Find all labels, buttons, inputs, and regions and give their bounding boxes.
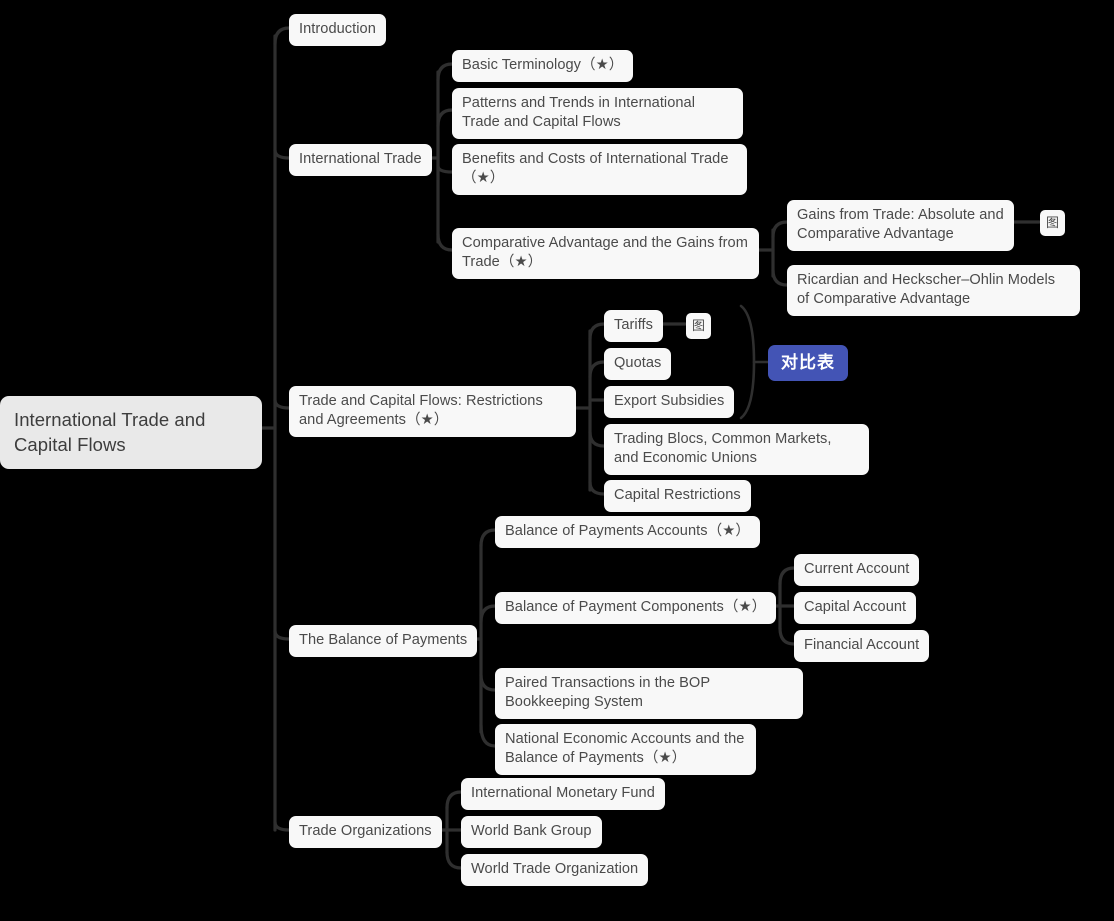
node-gains-from-trade[interactable]: Gains from Trade: Absolute and Comparati… bbox=[787, 200, 1014, 251]
edge-intl-comparative bbox=[436, 232, 454, 252]
edge-bop-accounts bbox=[479, 528, 497, 548]
node-basic-terminology[interactable]: Basic Terminology（★） bbox=[452, 50, 634, 82]
node-trade-capital-flows[interactable]: Trade and Capital Flows: Restrictions an… bbox=[289, 386, 576, 437]
edge-comp-gains bbox=[771, 220, 789, 239]
edge-intl-basic bbox=[436, 62, 454, 82]
edge-bop-national bbox=[479, 723, 497, 748]
edge-tcf-tariffs bbox=[588, 322, 606, 341]
node-comparative-advantage[interactable]: Comparative Advantage and the Gains from… bbox=[452, 228, 759, 279]
node-financial-account[interactable]: Financial Account bbox=[794, 630, 930, 662]
node-trading-blocs[interactable]: Trading Blocs, Common Markets, and Econo… bbox=[604, 424, 869, 475]
edge-tcf-quotas bbox=[588, 360, 606, 379]
edge-intl-benefits bbox=[436, 164, 454, 174]
node-ricardian-heckscher-ohlin[interactable]: Ricardian and Heckscher–Ohlin Models of … bbox=[787, 265, 1080, 316]
edge-trunk-trade-organizations bbox=[273, 820, 291, 832]
edge-comp-ricardian bbox=[771, 268, 789, 287]
edge-summary-bracket bbox=[739, 304, 756, 420]
edge-tcf-blocs bbox=[588, 430, 606, 448]
node-export-subsidies[interactable]: Export Subsidies bbox=[604, 386, 735, 418]
node-trade-organizations[interactable]: Trade Organizations bbox=[289, 816, 442, 848]
node-balance-of-payments[interactable]: The Balance of Payments bbox=[289, 625, 478, 657]
edge-to-imf bbox=[445, 790, 463, 810]
edge-tcf-capital bbox=[588, 480, 606, 496]
node-current-account[interactable]: Current Account bbox=[794, 554, 920, 586]
node-bop-accounts[interactable]: Balance of Payments Accounts（★） bbox=[495, 516, 761, 548]
node-quotas[interactable]: Quotas bbox=[604, 348, 672, 380]
edge-bopc-current bbox=[778, 566, 796, 586]
edge-bop-paired bbox=[479, 673, 497, 692]
edge-bopc-financial bbox=[778, 626, 796, 646]
edge-trunk-international-trade bbox=[273, 148, 291, 160]
node-world-bank-group[interactable]: World Bank Group bbox=[461, 816, 602, 848]
node-gains-diagram-marker[interactable]: 图 bbox=[1040, 210, 1065, 236]
node-introduction[interactable]: Introduction bbox=[289, 14, 386, 46]
node-comparison-table-summary[interactable]: 对比表 bbox=[768, 345, 848, 381]
node-international-monetary-fund[interactable]: International Monetary Fund bbox=[461, 778, 665, 810]
edge-to-wto bbox=[445, 850, 463, 870]
node-benefits-and-costs[interactable]: Benefits and Costs of International Trad… bbox=[452, 144, 747, 195]
edge-trunk-trade-capital bbox=[273, 398, 291, 410]
root-node[interactable]: International Trade and Capital Flows bbox=[0, 396, 262, 469]
edge-trunk-introduction bbox=[273, 26, 291, 46]
edge-trunk-balance-payments bbox=[273, 629, 291, 641]
node-tariffs[interactable]: Tariffs bbox=[604, 310, 664, 342]
node-paired-transactions[interactable]: Paired Transactions in the BOP Bookkeepi… bbox=[495, 668, 803, 719]
node-capital-account[interactable]: Capital Account bbox=[794, 592, 917, 624]
node-international-trade[interactable]: International Trade bbox=[289, 144, 432, 176]
node-patterns-and-trends[interactable]: Patterns and Trends in International Tra… bbox=[452, 88, 743, 139]
mindmap-canvas: International Trade and Capital Flows In… bbox=[0, 0, 1114, 921]
node-world-trade-organization[interactable]: World Trade Organization bbox=[461, 854, 649, 886]
node-national-economic-accounts[interactable]: National Economic Accounts and the Balan… bbox=[495, 724, 756, 775]
edge-bop-components bbox=[479, 604, 497, 624]
edge-intl-patterns bbox=[436, 108, 454, 128]
node-tariffs-diagram-marker[interactable]: 图 bbox=[686, 313, 711, 339]
node-capital-restrictions[interactable]: Capital Restrictions bbox=[604, 480, 751, 512]
node-bop-components[interactable]: Balance of Payment Components（★） bbox=[495, 592, 777, 624]
